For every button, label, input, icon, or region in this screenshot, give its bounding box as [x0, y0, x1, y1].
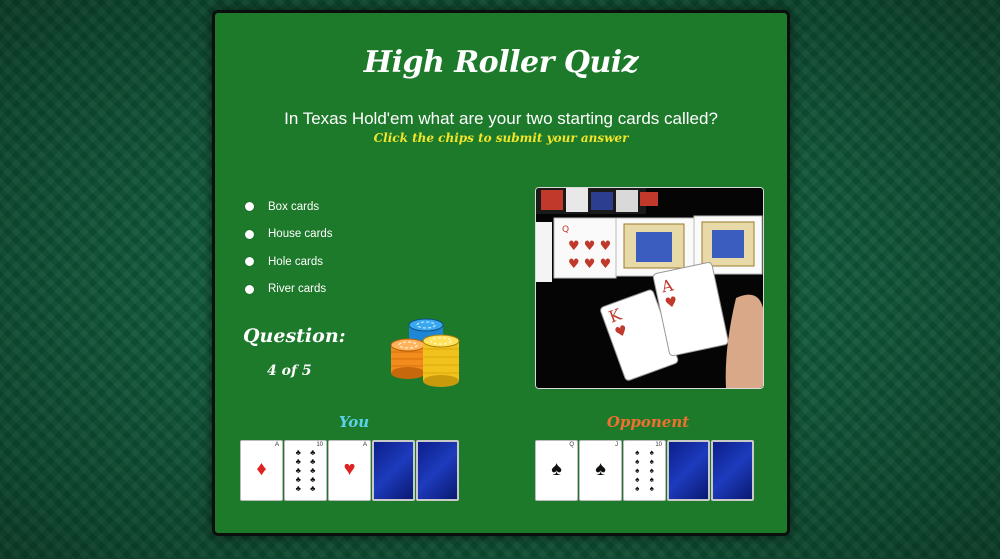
card-queen-of-spades: Q ♠ [535, 440, 578, 501]
option-label: Hole cards [268, 255, 323, 268]
answer-options: Box cards House cards Hole cards River c… [245, 193, 333, 303]
quiz-panel: High Roller Quiz In Texas Hold'em what a… [212, 10, 790, 536]
you-hand: A ♦ 10 ♣ ♣ ♣ ♣ ♣ ♣ ♣ ♣ ♣ ♣ A ♥ [240, 440, 459, 501]
radio-icon[interactable] [245, 257, 254, 267]
hint-text: Click the chips to submit your answer [373, 131, 629, 145]
question-progress-label: Question: [243, 325, 346, 347]
card-rank: Q [569, 442, 574, 448]
club-icon: ♣ ♣ ♣ ♣ ♣ ♣ ♣ ♣ ♣ ♣ [295, 448, 316, 493]
option-label: River cards [268, 283, 327, 296]
card-ten-of-clubs: 10 ♣ ♣ ♣ ♣ ♣ ♣ ♣ ♣ ♣ ♣ [284, 440, 327, 501]
card-rank: J [615, 442, 618, 448]
card-ten-of-spades: 10 ♠ ♠ ♠ ♠ ♠ ♠ ♠ ♠ ♠ ♠ [623, 440, 666, 501]
you-label: You [338, 413, 370, 431]
card-back-icon [372, 440, 415, 501]
option-river-cards[interactable]: River cards [245, 276, 333, 304]
radio-icon[interactable] [245, 202, 254, 212]
spade-icon: ♠ [551, 458, 562, 480]
question-text: In Texas Hold'em what are your two start… [284, 109, 718, 128]
svg-text:♥ ♥ ♥: ♥ ♥ ♥ [568, 257, 611, 272]
card-rank: A [274, 442, 279, 448]
poker-hand-image: Q ♥ ♥ ♥ ♥ ♥ ♥ K ♥ A ♥ [535, 187, 764, 389]
card-ace-of-hearts: A ♥ [328, 440, 371, 501]
card-back-icon [711, 440, 754, 501]
card-ace-of-diamonds: A ♦ [240, 440, 283, 501]
diamond-icon: ♦ [256, 458, 267, 480]
option-label: Box cards [268, 200, 320, 213]
option-label: House cards [268, 228, 333, 241]
question-progress-count: 4 of 5 [267, 363, 312, 379]
option-hole-cards[interactable]: Hole cards [245, 248, 333, 276]
opponent-label: Opponent [606, 413, 690, 431]
radio-icon[interactable] [245, 284, 254, 294]
spade-icon: ♠ [595, 458, 606, 480]
option-box-cards[interactable]: Box cards [245, 193, 333, 221]
heart-icon: ♥ [343, 458, 356, 480]
chip-stack-icon [390, 318, 460, 387]
card-rank: A [362, 442, 367, 448]
spade-icon: ♠ ♠ ♠ ♠ ♠ ♠ ♠ ♠ ♠ ♠ [635, 448, 654, 493]
option-house-cards[interactable]: House cards [245, 221, 333, 249]
svg-text:♥ ♥ ♥: ♥ ♥ ♥ [568, 239, 611, 254]
svg-text:Q: Q [562, 225, 569, 235]
opponent-hand: Q ♠ J ♠ 10 ♠ ♠ ♠ ♠ ♠ ♠ ♠ ♠ ♠ ♠ [535, 440, 754, 501]
radio-icon[interactable] [245, 229, 254, 239]
card-jack-of-spades: J ♠ [579, 440, 622, 501]
quiz-title: High Roller Quiz [363, 45, 639, 80]
card-back-icon [667, 440, 710, 501]
card-back-icon [416, 440, 459, 501]
chip-stack-submit-button[interactable] [387, 315, 467, 395]
